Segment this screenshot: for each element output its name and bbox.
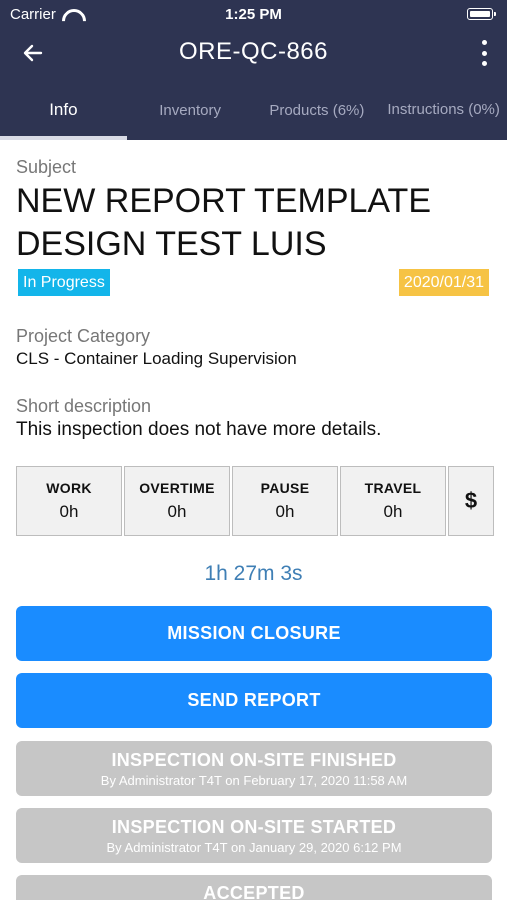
send-report-label: SEND REPORT bbox=[187, 690, 321, 710]
elapsed-time: 1h 27m 3s bbox=[204, 562, 303, 585]
tab-info[interactable]: Info bbox=[0, 80, 127, 140]
status-badge: In Progress bbox=[18, 269, 110, 296]
history-label: ACCEPTED bbox=[203, 883, 305, 900]
navbar: ORE-QC-866 bbox=[0, 28, 507, 78]
timer-travel[interactable]: TRAVEL 0h bbox=[340, 466, 446, 536]
timer-pause[interactable]: PAUSE 0h bbox=[232, 466, 338, 536]
tab-products[interactable]: Products (6%) bbox=[254, 80, 381, 140]
tab-instructions-label: Instructions (0%) bbox=[387, 101, 500, 118]
timer-label: OVERTIME bbox=[139, 480, 215, 496]
battery-icon bbox=[467, 8, 496, 20]
timer-value: 0h bbox=[275, 502, 295, 521]
more-vertical-icon[interactable] bbox=[479, 40, 489, 66]
status-time: 1:25 PM bbox=[225, 6, 282, 23]
history-item-onsite-started: INSPECTION ON-SITE STARTED By Administra… bbox=[16, 808, 492, 863]
timer-label: TRAVEL bbox=[364, 480, 422, 496]
date-badge: 2020/01/31 bbox=[398, 269, 489, 296]
timer-overtime[interactable]: OVERTIME 0h bbox=[124, 466, 230, 536]
send-report-button[interactable]: SEND REPORT bbox=[16, 673, 492, 728]
subject-title: NEW REPORT TEMPLATE DESIGN TEST LUIS bbox=[16, 182, 432, 263]
mission-closure-button[interactable]: MISSION CLOSURE bbox=[16, 606, 492, 661]
timer-work[interactable]: WORK 0h bbox=[16, 466, 122, 536]
short-description-value: This inspection does not have more detai… bbox=[16, 419, 382, 440]
timer-label: WORK bbox=[46, 480, 92, 496]
timer-value: 0h bbox=[383, 502, 403, 521]
page-title: ORE-QC-866 bbox=[178, 38, 329, 65]
header: Carrier 1:25 PM ORE-QC-866 Info Inventor… bbox=[0, 0, 507, 140]
time-tracker: WORK 0h OVERTIME 0h PAUSE 0h TRAVEL 0h $ bbox=[16, 466, 494, 536]
history-item-accepted: ACCEPTED bbox=[16, 875, 492, 900]
status-bar: Carrier 1:25 PM bbox=[0, 0, 507, 28]
short-description-label: Short description bbox=[16, 396, 152, 416]
history-label: INSPECTION ON-SITE STARTED bbox=[111, 816, 397, 837]
project-category-value: CLS - Container Loading Supervision bbox=[16, 349, 297, 368]
subject-label: Subject bbox=[16, 157, 77, 177]
project-category-label: Project Category bbox=[16, 326, 151, 346]
tab-inventory[interactable]: Inventory bbox=[127, 80, 254, 140]
tab-instructions[interactable]: Instructions (0%) bbox=[380, 80, 507, 140]
timer-value: 0h bbox=[59, 502, 79, 521]
history-sub: By Administrator T4T on January 29, 2020… bbox=[106, 839, 402, 855]
timer-value: 0h bbox=[167, 502, 187, 521]
expenses-button[interactable]: $ bbox=[448, 466, 494, 536]
history-sub: By Administrator T4T on February 17, 202… bbox=[100, 772, 408, 788]
history-label: INSPECTION ON-SITE FINISHED bbox=[111, 749, 397, 770]
mission-closure-label: MISSION CLOSURE bbox=[167, 623, 341, 643]
timer-label: PAUSE bbox=[260, 480, 310, 496]
tab-bar: Info Inventory Products (6%) Instruction… bbox=[0, 80, 507, 140]
history-item-onsite-finished: INSPECTION ON-SITE FINISHED By Administr… bbox=[16, 741, 492, 796]
